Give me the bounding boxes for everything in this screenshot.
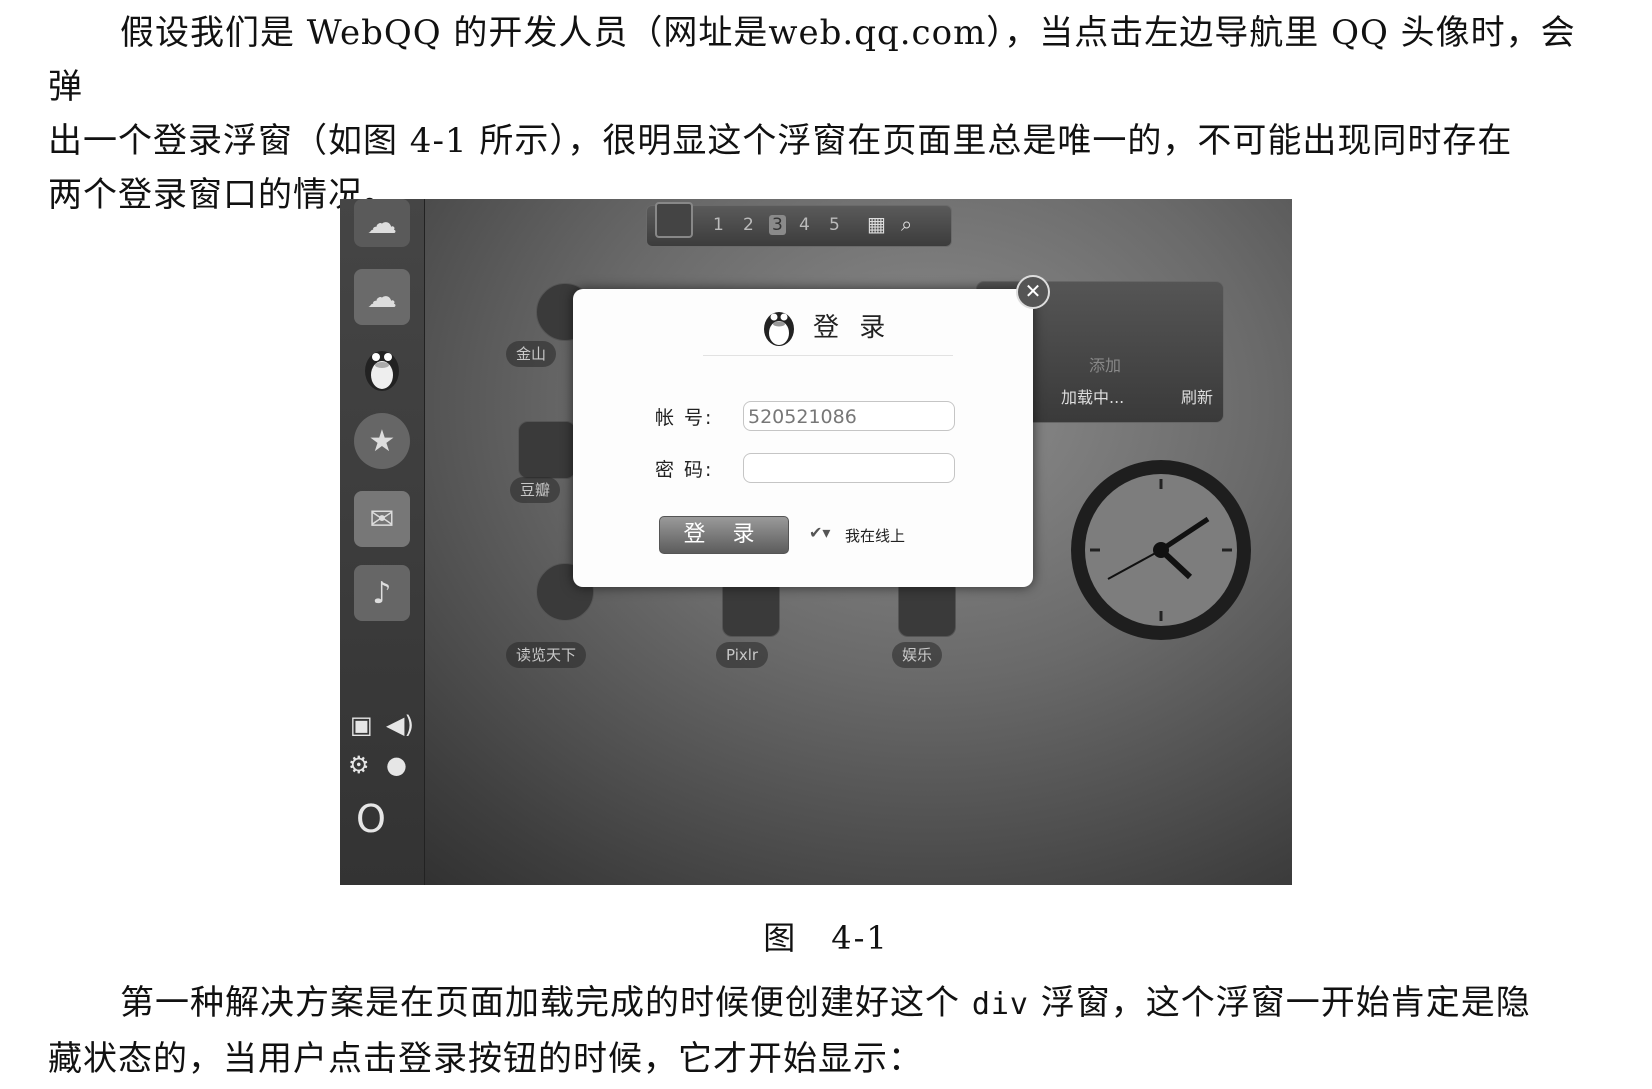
solution-text-b: 浮窗，这个浮窗一开始肯定是隐 xyxy=(1029,983,1531,1023)
search-add-icon[interactable]: O xyxy=(356,797,386,841)
page-1[interactable]: 1 xyxy=(713,215,724,235)
password-input[interactable] xyxy=(743,453,955,483)
account-label: 帐 号: xyxy=(655,407,714,429)
clock-widget xyxy=(1071,460,1251,640)
webqq-screenshot-figure: ☁ ☁ ★ ✉ ♪ ▣ ◀) ⚙ ● O 1 2 3 4 5 ▦ ⌕ 金山 豆瓣… xyxy=(340,199,1292,885)
volume-icon[interactable]: ◀) xyxy=(386,711,414,739)
left-dock: ☁ ☁ ★ ✉ ♪ ▣ ◀) ⚙ ● O xyxy=(340,199,425,885)
qq-penguin-icon[interactable] xyxy=(354,339,410,395)
inline-code-div: div xyxy=(971,987,1029,1022)
app-icon-5[interactable] xyxy=(898,579,956,637)
app-icon-2[interactable] xyxy=(518,421,576,479)
app-icon-4[interactable] xyxy=(722,579,780,637)
search-icon[interactable]: ⌕ xyxy=(901,212,912,236)
grid-view-icon[interactable]: ▦ xyxy=(867,212,886,236)
solution-paragraph: 第一种解决方案是在页面加载完成的时候便创建好这个 div 浮窗，这个浮窗一开始肯… xyxy=(48,976,1588,1086)
cloud-drive-icon[interactable]: ☁ xyxy=(354,269,410,325)
app-label-2: 豆瓣 xyxy=(510,477,561,503)
solution-text-a: 第一种解决方案是在页面加载完成的时候便创建好这个 xyxy=(120,983,972,1023)
page-4[interactable]: 4 xyxy=(799,215,810,235)
intro-paragraph: 假设我们是 WebQQ 的开发人员（网址是web.qq.com），当点击左边导航… xyxy=(48,6,1588,222)
app-market-icon[interactable]: ▣ xyxy=(350,711,373,739)
qzone-star-icon[interactable]: ★ xyxy=(354,413,410,469)
weather-icon[interactable]: ☁ xyxy=(354,199,410,247)
dialog-title: 登 录 xyxy=(813,313,892,343)
widget-add-label[interactable]: 添加 xyxy=(1089,352,1121,376)
widget-loading-text: 加载中... xyxy=(1061,388,1125,407)
app-label-5: 娱乐 xyxy=(892,642,943,668)
title-divider xyxy=(703,355,953,356)
page-3-current[interactable]: 3 xyxy=(769,215,786,235)
account-input[interactable]: 520521086 xyxy=(743,401,955,431)
music-icon[interactable]: ♪ xyxy=(354,565,410,621)
intro-line-2: 出一个登录浮窗（如图 4-1 所示），很明显这个浮窗在页面里总是唯一的，不可能出… xyxy=(48,121,1513,161)
page-5[interactable]: 5 xyxy=(829,215,840,235)
desktop-pager: 1 2 3 4 5 ▦ ⌕ xyxy=(646,202,952,247)
app-label-3: 读览天下 xyxy=(506,642,587,668)
qq-logo-icon xyxy=(764,312,794,346)
theme-palette-icon[interactable]: ● xyxy=(386,751,407,779)
login-button[interactable]: 登 录 xyxy=(659,516,789,554)
online-status-label[interactable]: 我在线上 xyxy=(845,525,905,546)
widget-refresh-link[interactable]: 刷新 xyxy=(1181,384,1213,408)
page-2[interactable]: 2 xyxy=(743,215,754,235)
password-label: 密 码: xyxy=(655,459,714,481)
desktop-thumbnail[interactable] xyxy=(655,202,693,238)
figure-caption: 图 4-1 xyxy=(763,919,889,957)
mail-icon[interactable]: ✉ xyxy=(354,491,410,547)
intro-line-1: 假设我们是 WebQQ 的开发人员（网址是web.qq.com），当点击左边导航… xyxy=(48,13,1576,107)
login-dialog: 登 录 帐 号: 520521086 密 码: 登 录 ✔▾ 我在线上 xyxy=(573,289,1033,587)
gear-icon[interactable]: ⚙ xyxy=(348,751,370,779)
app-label-4: Pixlr xyxy=(716,642,769,668)
solution-line-2: 藏状态的，当用户点击登录按钮的时候，它才开始显示： xyxy=(48,1039,923,1079)
online-status-icon[interactable]: ✔▾ xyxy=(809,523,830,542)
app-label-1: 金山 xyxy=(506,341,557,367)
solution-line-1: 第一种解决方案是在页面加载完成的时候便创建好这个 div 浮窗，这个浮窗一开始肯… xyxy=(48,976,1588,1032)
close-icon[interactable]: ✕ xyxy=(1016,275,1050,309)
